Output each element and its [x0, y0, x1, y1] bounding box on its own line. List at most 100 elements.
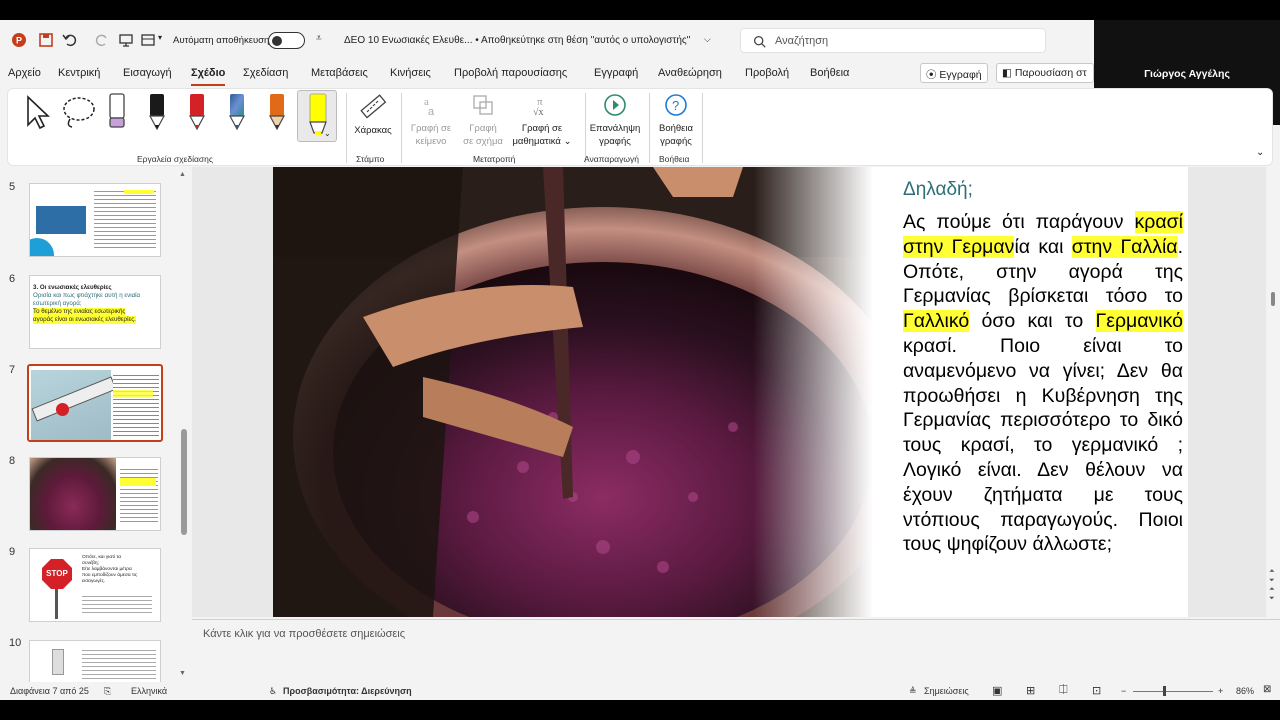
pen-galaxy-icon[interactable]: [225, 91, 249, 133]
zoom-level[interactable]: 86%: [1236, 686, 1254, 696]
toggle-knob: [272, 35, 282, 46]
zoom-in-icon[interactable]: +: [1218, 686, 1223, 696]
ruler-button[interactable]: Χάρακας: [351, 92, 395, 137]
tab-transitions[interactable]: Μεταβάσεις: [311, 67, 368, 79]
save-icon[interactable]: [38, 32, 54, 48]
layout-icon[interactable]: [140, 32, 156, 48]
notes-toggle-button[interactable]: Σημειώσεις: [924, 686, 969, 696]
thumb6-line1: Ορισία και πως φτιάχτηκε αυτή η ενιαία: [33, 292, 141, 299]
language-status[interactable]: Ελληνικά: [131, 686, 167, 696]
chevron-down-icon[interactable]: ⌵: [704, 34, 711, 45]
zoom-slider-thumb[interactable]: [1163, 686, 1166, 696]
tab-view[interactable]: Προβολή: [745, 67, 789, 79]
slide-canvas[interactable]: Δηλαδή; Ας πούμε ότι παράγουν κρασί στην…: [273, 167, 1188, 617]
ink-replay-button[interactable]: Επανάληψη γραφής: [588, 92, 642, 148]
scroll-up-arrow[interactable]: ▲: [179, 171, 186, 178]
document-title[interactable]: ΔΕΟ 10 Ενωσιακές Ελευθε... • Αποθηκεύτηκ…: [344, 35, 690, 46]
tab-design[interactable]: Σχεδίαση: [243, 67, 288, 79]
ink-help-label-1: Βοήθεια: [658, 123, 694, 134]
lasso-select-icon[interactable]: [60, 93, 100, 131]
svg-text:a: a: [428, 106, 435, 118]
thumb-highlight: [120, 478, 156, 486]
present-icon: ◧: [1002, 67, 1012, 79]
slide-number: 5: [9, 181, 16, 193]
slide-thumbnail-8[interactable]: [29, 457, 161, 531]
ink-to-shape-button[interactable]: Γραφή σε σχήμα: [460, 92, 506, 148]
collapse-ribbon-icon[interactable]: ⌄: [1256, 147, 1264, 158]
select-tool-icon[interactable]: [22, 93, 52, 131]
pencil-orange-icon[interactable]: [265, 91, 289, 133]
tab-animations[interactable]: Κινήσεις: [390, 67, 431, 79]
text-run: ία και: [1014, 235, 1072, 258]
tab-home[interactable]: Κεντρική: [58, 67, 100, 79]
scroll-down-arrow[interactable]: ▼: [179, 670, 186, 677]
slide-thumbnail-5[interactable]: [29, 183, 161, 257]
fit-to-window-icon[interactable]: ⊠: [1263, 684, 1271, 695]
tab-record[interactable]: Εγγραφή: [594, 67, 638, 79]
slide-sorter-icon[interactable]: ⊞: [1026, 684, 1035, 697]
search-icon: [753, 35, 766, 48]
slide-body-text[interactable]: Ας πούμε ότι παράγουν κρασί στην Γερμανί…: [903, 210, 1183, 557]
customize-qat-icon[interactable]: ⩡: [316, 33, 322, 44]
slideshow-view-icon[interactable]: ⊡: [1092, 684, 1101, 697]
undo-icon[interactable]: [62, 32, 78, 48]
slide-thumbnail-7-active[interactable]: [27, 364, 163, 442]
user-name: Γιώργος Αγγέλης: [1144, 68, 1230, 80]
thumb9-text: Οπότε, και γιατί τα συνέβη; Είτε λαμβάνο…: [82, 555, 156, 585]
search-box[interactable]: Αναζήτηση: [740, 28, 1046, 53]
bottom-black-bar: [0, 700, 1280, 720]
svg-text:?: ?: [672, 98, 679, 113]
thumbnails-scrollbar[interactable]: [181, 429, 187, 535]
thumb-text-lines: [120, 466, 158, 524]
thumb-text-lines: [82, 593, 152, 615]
svg-text:P: P: [16, 36, 22, 46]
accessibility-icon[interactable]: ♿: [269, 686, 277, 697]
slide-scrollbar[interactable]: ⏶ ⏷ ⏶ ⏷: [1266, 167, 1280, 617]
chevron-down-icon: ⌄: [324, 129, 331, 138]
pen-red-icon[interactable]: [185, 91, 209, 133]
slide-thumbnail-9[interactable]: STOP Οπότε, και γιατί τα συνέβη; Είτε λα…: [29, 548, 161, 622]
slide-thumbnail-6[interactable]: 3. Οι ενωσιακές ελευθερίες Ορισία και πω…: [29, 275, 161, 349]
thumb6-line2: εσωτερική αγορά;: [33, 300, 82, 307]
divider: [702, 93, 703, 163]
notes-icon[interactable]: ≜: [909, 686, 917, 697]
autosave-label: Αυτόματη αποθήκευση: [173, 35, 270, 46]
present-from-start-icon[interactable]: [118, 32, 134, 48]
eraser-icon[interactable]: [105, 91, 129, 133]
zoom-out-icon[interactable]: −: [1121, 686, 1126, 696]
slide-thumbnail-10[interactable]: [29, 640, 161, 682]
thumb-highlight: [113, 390, 153, 398]
record-button[interactable]: ⦿ Εγγραφή: [920, 63, 988, 83]
thumb-highlight: [124, 190, 154, 194]
redo-icon[interactable]: [94, 32, 110, 48]
record-button-label: Εγγραφή: [939, 69, 982, 81]
reading-view-icon[interactable]: ⎅: [1059, 684, 1068, 697]
prev-next-slide-buttons[interactable]: ⏶ ⏷ ⏶ ⏷: [1269, 567, 1275, 603]
tab-help[interactable]: Βοήθεια: [810, 67, 849, 79]
accessibility-status[interactable]: Προσβασιμότητα: Διερεύνηση: [283, 686, 412, 696]
qat-dropdown-icon[interactable]: ▾: [158, 33, 162, 42]
draw-ribbon: ⌄ Εργαλεία σχεδίασης Χάρακας Στάμπο aa Γ…: [7, 88, 1273, 166]
normal-view-icon[interactable]: ▣: [992, 684, 1002, 697]
slide-number: 9: [9, 546, 16, 558]
zoom-slider[interactable]: [1133, 691, 1213, 692]
pen-black-icon[interactable]: [145, 91, 169, 133]
ink-to-math-button[interactable]: π √x Γραφή σε μαθηματικά ⌄: [507, 92, 577, 148]
thumb-decoration: [30, 238, 54, 256]
highlighter-tool-selected[interactable]: ⌄: [297, 90, 337, 142]
present-in-teams-button[interactable]: ◧ Παρουσίαση στ: [996, 63, 1094, 83]
slide-title[interactable]: Δηλαδή;: [903, 179, 973, 201]
divider: [649, 93, 650, 163]
ink-help-button[interactable]: ? Βοήθεια γραφής: [654, 92, 698, 148]
tab-review[interactable]: Αναθεώρηση: [658, 67, 722, 79]
notes-pane[interactable]: Κάντε κλικ για να προσθέσετε σημειώσεις: [192, 619, 1280, 681]
tab-slideshow[interactable]: Προβολή παρουσίασης: [454, 67, 567, 79]
ink-to-text-button[interactable]: aa Γραφή σε κείμενο: [406, 92, 456, 148]
tab-insert[interactable]: Εισαγωγή: [123, 67, 172, 79]
scroll-thumb[interactable]: [1271, 292, 1275, 306]
replay-group-label: Αναπαραγωγή: [584, 154, 639, 164]
tab-file[interactable]: Αρχείο: [8, 67, 41, 79]
autosave-toggle[interactable]: [268, 32, 305, 49]
tab-draw[interactable]: Σχέδιο: [191, 67, 226, 86]
spelling-check-icon[interactable]: ⎘: [104, 686, 111, 697]
